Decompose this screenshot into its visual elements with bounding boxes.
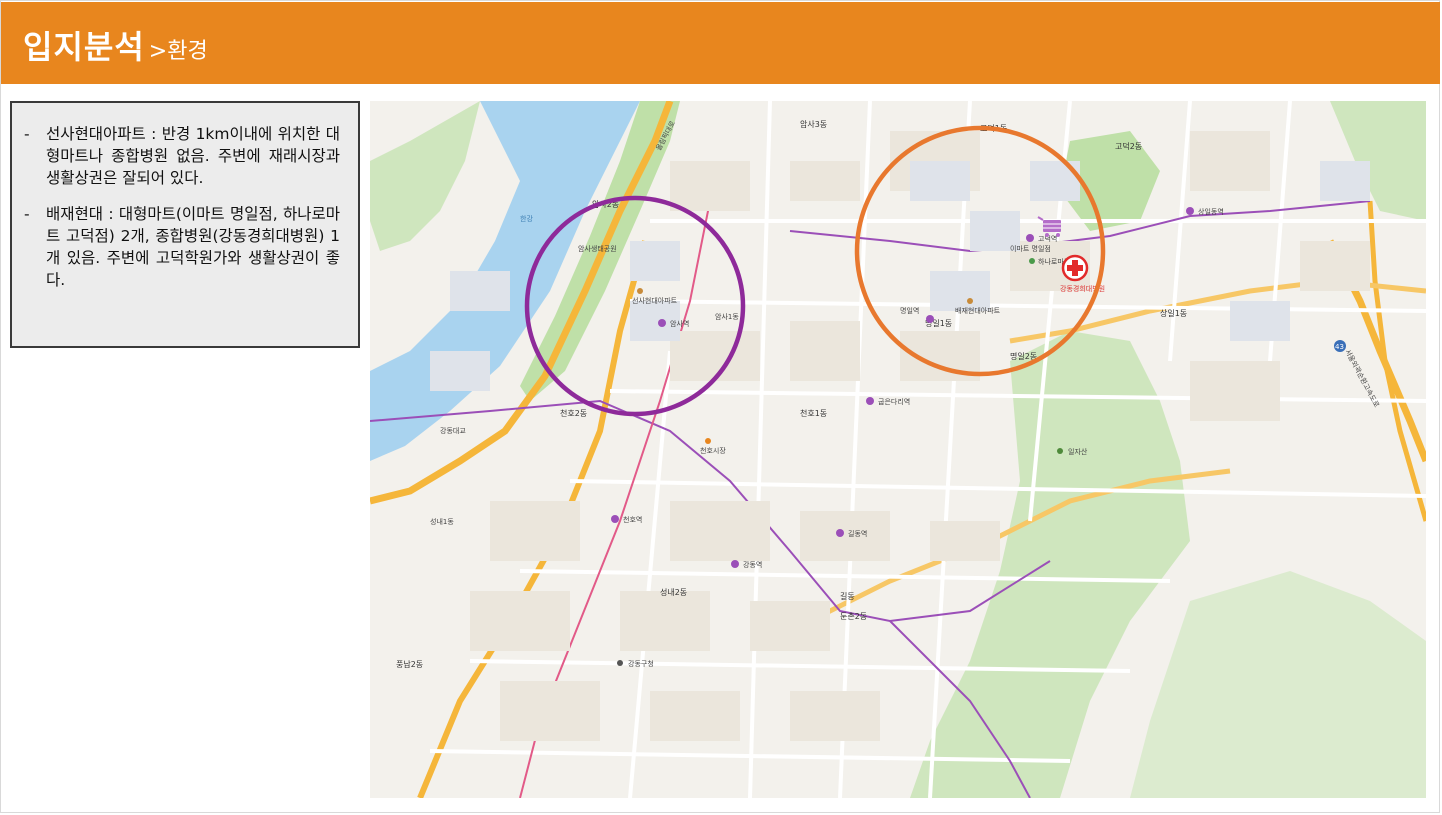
page-subtitle: 환경 (167, 39, 208, 64)
page-title: 입지분석 >환경 (23, 22, 208, 68)
svg-text:명일역: 명일역 (900, 306, 919, 315)
poi-amsa-park[interactable]: 암사생태공원 (578, 244, 617, 253)
station-gildong[interactable]: 길동역 (836, 529, 867, 538)
svg-text:암사생태공원: 암사생태공원 (578, 244, 617, 253)
label-dunchon2: 둔촌2동 (840, 612, 867, 621)
poi-gangdong-bridge[interactable]: 강동대교 (440, 426, 466, 435)
station-cheonho[interactable]: 천호역 (611, 515, 642, 524)
label-cheonho2: 천호2동 (560, 408, 587, 418)
bullet-text: 선사현대아파트 : 반경 1km이내에 위치한 대형마트나 종합병원 없음. 주… (46, 125, 340, 187)
svg-text:강동대교: 강동대교 (440, 426, 466, 435)
svg-text:굽은다리역: 굽은다리역 (878, 397, 910, 406)
label-godeok2: 고덕2동 (1115, 141, 1142, 151)
bullet-item-baejae: - 배재현대 : 대형마트(이마트 명일점, 하나로마트 고덕점) 2개, 종합… (24, 203, 340, 291)
svg-text:천호역: 천호역 (623, 515, 642, 524)
svg-text:길동역: 길동역 (848, 529, 867, 538)
map-canvas[interactable]: 암사3동 암사2동 암사1동 명일1동 명일2동 고덕1동 고덕2동 상일1동 … (370, 101, 1426, 798)
label-sangil1: 상일1동 (1160, 308, 1187, 318)
poi-han-river: 한강 (520, 214, 533, 223)
svg-text:강동역: 강동역 (743, 560, 762, 569)
svg-text:선사현대아파트: 선사현대아파트 (632, 296, 678, 305)
svg-text:일자산: 일자산 (1068, 447, 1088, 456)
bullet-item-seonsa: - 선사현대아파트 : 반경 1km이내에 위치한 대형마트나 종합병원 없음.… (24, 123, 340, 189)
label-gildong: 길동 (840, 592, 855, 601)
station-gangdong[interactable]: 강동역 (731, 560, 762, 569)
station-amsa[interactable]: 암사역 (658, 319, 689, 328)
svg-text:상일동역: 상일동역 (1198, 207, 1224, 216)
bullet-dash: - (24, 125, 30, 143)
svg-text:배재현대아파트: 배재현대아파트 (955, 306, 1001, 315)
svg-text:이마트 명일점: 이마트 명일점 (1010, 244, 1051, 253)
svg-text:천호시장: 천호시장 (700, 446, 726, 455)
location-map[interactable]: 암사3동 암사2동 암사1동 명일1동 명일2동 고덕1동 고덕2동 상일1동 … (370, 101, 1426, 798)
label-seongnae2: 성내2동 (660, 588, 687, 597)
red-cross-icon (1061, 254, 1089, 282)
svg-text:43: 43 (1335, 343, 1344, 351)
route-43-shield: 43 (1334, 340, 1346, 352)
bullet-dash: - (24, 205, 30, 223)
label-seongnae1: 성내1동 (430, 517, 454, 526)
label-amsa3: 암사3동 (800, 119, 827, 129)
analysis-text-box: - 선사현대아파트 : 반경 1km이내에 위치한 대형마트나 종합병원 없음.… (10, 101, 360, 348)
bullet-text: 배재현대 : 대형마트(이마트 명일점, 하나로마트 고덕점) 2개, 종합병원… (46, 205, 340, 289)
header-bar: 입지분석 >환경 (1, 2, 1440, 84)
svg-text:강동구청: 강동구청 (628, 659, 654, 668)
title-separator: > (148, 39, 168, 64)
page-title-main: 입지분석 (23, 28, 145, 66)
label-pungnap2: 풍납2동 (396, 660, 423, 669)
svg-text:암사역: 암사역 (670, 319, 689, 328)
label-amsa1: 암사1동 (715, 312, 739, 321)
svg-text:한강: 한강 (520, 214, 533, 223)
station-godeok[interactable]: 고덕역 (1026, 234, 1057, 243)
label-cheonho1: 천호1동 (800, 408, 827, 418)
